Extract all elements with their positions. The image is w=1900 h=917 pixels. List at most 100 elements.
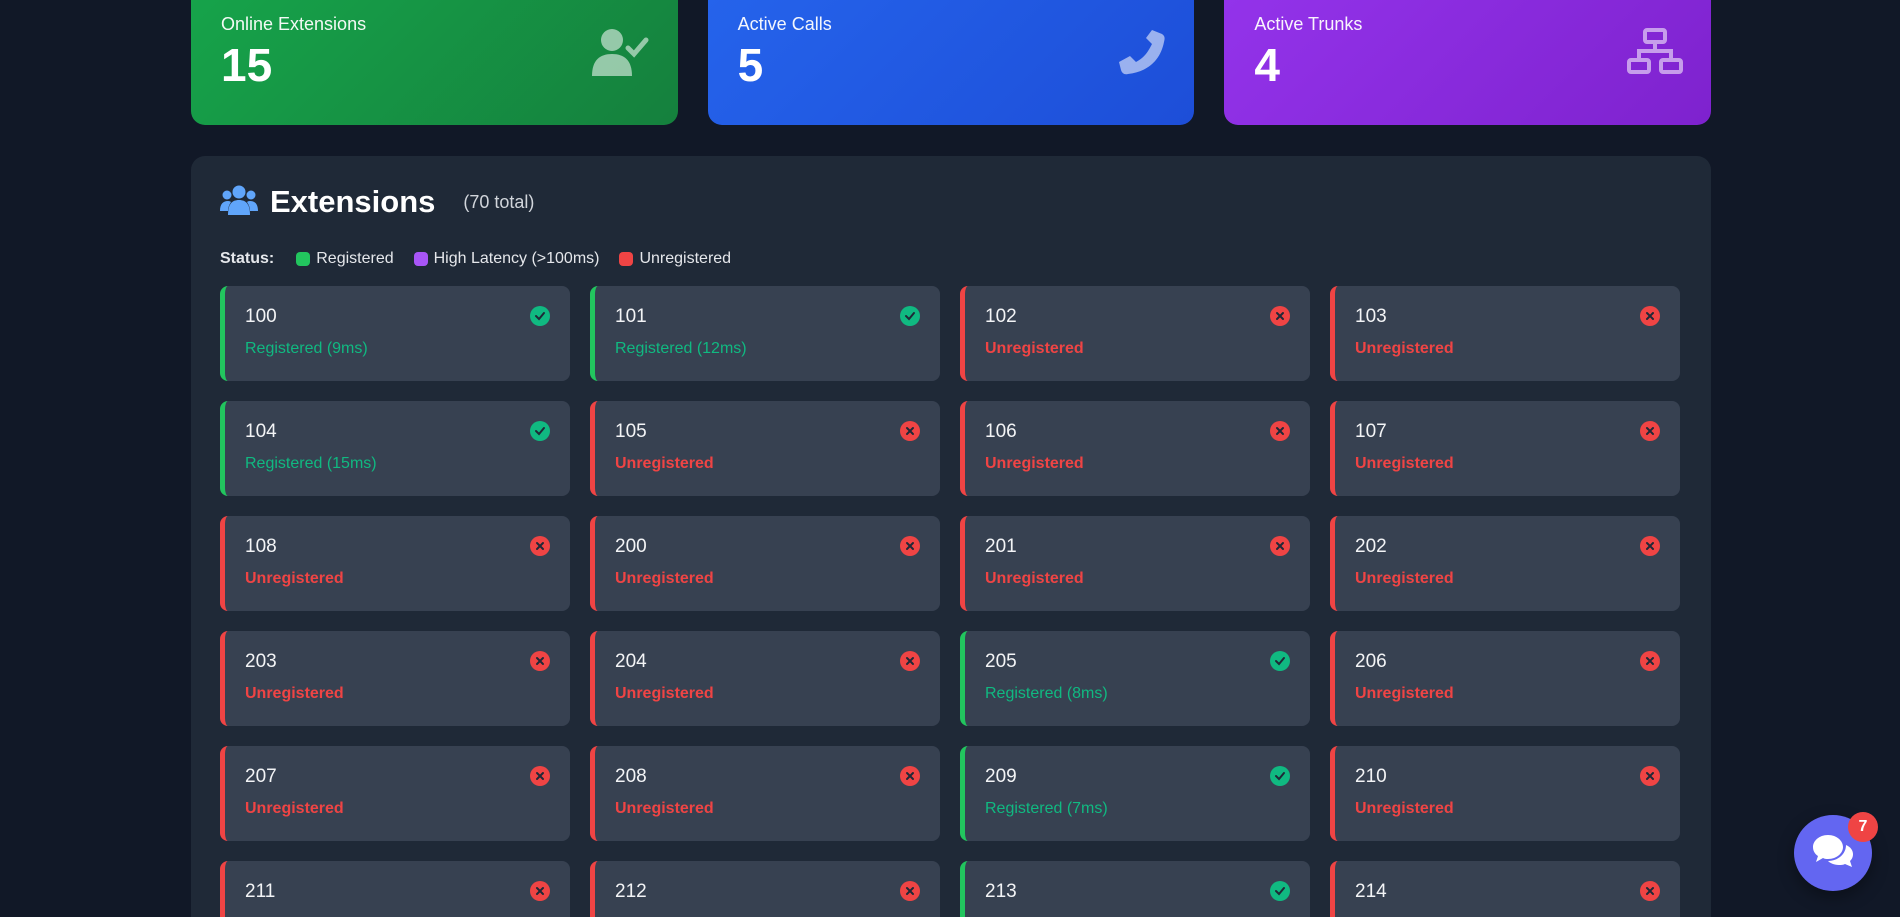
extension-card[interactable]: 203 Unregistered [220, 631, 570, 726]
chat-unread-badge: 7 [1848, 812, 1878, 842]
stats-row: Online Extensions 15 Active Calls 5 Acti… [191, 0, 1712, 125]
extension-card[interactable]: 105 Unregistered [590, 401, 940, 496]
phone-icon [1118, 28, 1166, 81]
legend-unregistered: Unregistered [619, 250, 731, 268]
x-circle-icon [900, 421, 920, 441]
users-icon [220, 185, 258, 220]
x-circle-icon [530, 536, 550, 556]
extension-number: 102 [985, 306, 1017, 327]
x-circle-icon [900, 766, 920, 786]
stat-label: Online Extensions [221, 14, 367, 34]
extension-number: 211 [245, 881, 276, 902]
extension-number: 100 [245, 306, 277, 327]
x-circle-icon [1270, 536, 1290, 556]
chat-bubbles-icon [1812, 833, 1854, 874]
chat-button[interactable]: 7 [1794, 812, 1878, 891]
extension-card[interactable]: 200 Unregistered [590, 516, 940, 611]
extension-number: 105 [615, 421, 647, 442]
stat-active-trunks[interactable]: Active Trunks 4 [1224, 0, 1712, 125]
extension-number: 106 [985, 421, 1017, 442]
stat-value: 15 [221, 39, 273, 91]
dashboard: Online Extensions 15 Active Calls 5 Acti… [191, 0, 1712, 917]
extension-status: Unregistered [985, 340, 1084, 357]
extension-status: Unregistered [1355, 685, 1454, 702]
extension-status: Unregistered [1355, 455, 1454, 472]
extensions-grid: 100 Registered (9ms) 101 Registered (12ms) 1… [220, 286, 1682, 917]
extension-card[interactable]: 103 Unregistered [1330, 286, 1680, 381]
extension-card[interactable]: 210 Unregistered [1330, 746, 1680, 841]
extension-status: Registered (9ms) [245, 340, 368, 357]
extension-card[interactable]: 214 [1330, 861, 1680, 917]
extension-number: 202 [1355, 536, 1387, 557]
network-icon [1627, 28, 1684, 81]
extension-number: 206 [1355, 651, 1387, 672]
extension-number: 209 [985, 766, 1017, 787]
extension-card[interactable]: 104 Registered (15ms) [220, 401, 570, 496]
extension-number: 107 [1355, 421, 1387, 442]
extension-number: 203 [245, 651, 277, 672]
extension-card[interactable]: 108 Unregistered [220, 516, 570, 611]
x-circle-icon [1640, 306, 1660, 326]
extension-card[interactable]: 100 Registered (9ms) [220, 286, 570, 381]
extension-status: Unregistered [1355, 340, 1454, 357]
extension-number: 200 [615, 536, 647, 557]
extension-card[interactable]: 206 Unregistered [1330, 631, 1680, 726]
extension-card[interactable]: 201 Unregistered [960, 516, 1310, 611]
extension-number: 210 [1355, 766, 1387, 787]
legend-label: High Latency (>100ms) [433, 250, 600, 267]
extension-status: Registered (7ms) [985, 800, 1108, 817]
x-circle-icon [530, 766, 550, 786]
check-circle-icon [900, 306, 920, 326]
extension-status: Unregistered [615, 685, 714, 702]
extension-number: 205 [985, 651, 1017, 672]
x-circle-icon [900, 651, 920, 671]
status-legend: Status: Registered High Latency (>100ms)… [220, 250, 1682, 268]
x-circle-icon [900, 881, 920, 901]
check-circle-icon [1270, 881, 1290, 901]
stat-online-extensions[interactable]: Online Extensions 15 [191, 0, 678, 125]
extension-card[interactable]: 211 [220, 861, 570, 917]
extensions-panel: Extensions (70 total) Status: Registered… [191, 156, 1711, 917]
extension-number: 101 [615, 306, 647, 327]
extension-status: Unregistered [245, 685, 344, 702]
extensions-title: Extensions [270, 184, 436, 219]
extension-status: Unregistered [1355, 800, 1454, 817]
legend-label: Unregistered [639, 250, 732, 267]
x-circle-icon [1640, 536, 1660, 556]
extension-number: 208 [615, 766, 647, 787]
extension-card[interactable]: 205 Registered (8ms) [960, 631, 1310, 726]
extension-status: Unregistered [985, 455, 1084, 472]
extension-number: 104 [245, 421, 277, 442]
extension-status: Unregistered [245, 800, 344, 817]
extension-card[interactable]: 101 Registered (12ms) [590, 286, 940, 381]
legend-dot [413, 252, 428, 266]
extension-number: 108 [245, 536, 277, 557]
extension-status: Unregistered [615, 455, 714, 472]
extension-status: Registered (12ms) [615, 340, 747, 357]
check-circle-icon [1270, 766, 1290, 786]
extension-number: 212 [615, 881, 647, 902]
extension-card[interactable]: 208 Unregistered [590, 746, 940, 841]
extension-card[interactable]: 213 [960, 861, 1310, 917]
extension-card[interactable]: 212 [590, 861, 940, 917]
x-circle-icon [1640, 421, 1660, 441]
stat-value: 5 [737, 39, 764, 91]
x-circle-icon [1270, 306, 1290, 326]
stat-active-calls[interactable]: Active Calls 5 [707, 0, 1195, 125]
extension-card[interactable]: 107 Unregistered [1330, 401, 1680, 496]
legend-high-latency: High Latency (>100ms) [413, 250, 600, 268]
panel-header: Extensions (70 total) [220, 184, 1682, 220]
extension-card[interactable]: 106 Unregistered [960, 401, 1310, 496]
extension-card[interactable]: 202 Unregistered [1330, 516, 1680, 611]
legend-registered: Registered [296, 250, 394, 268]
legend-dot [296, 252, 311, 266]
extension-card[interactable]: 102 Unregistered [960, 286, 1310, 381]
extension-number: 103 [1355, 306, 1387, 327]
extension-status: Registered (8ms) [985, 685, 1108, 702]
check-circle-icon [530, 421, 550, 441]
extension-card[interactable]: 204 Unregistered [590, 631, 940, 726]
extension-status: Unregistered [615, 570, 714, 587]
extension-card[interactable]: 207 Unregistered [220, 746, 570, 841]
user-check-icon [591, 28, 650, 83]
extension-card[interactable]: 209 Registered (7ms) [960, 746, 1310, 841]
